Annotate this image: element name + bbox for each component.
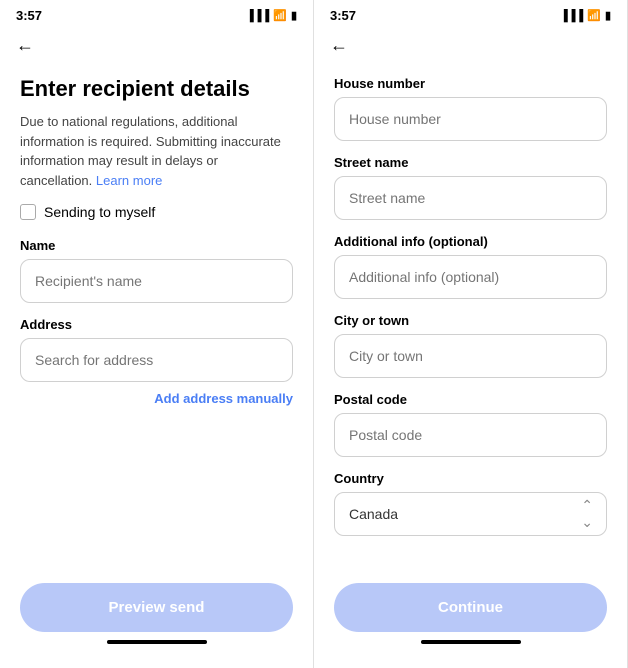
country-label: Country	[334, 471, 607, 486]
additional-info-label: Additional info (optional)	[334, 234, 607, 249]
battery-icon-right: ▮	[605, 9, 611, 22]
status-icons-left: ▐▐▐ 📶 ▮	[246, 9, 297, 22]
country-field-group: Country Canada United States United King…	[334, 471, 607, 536]
signal-icon: ▐▐▐	[246, 10, 269, 22]
city-field-group: City or town	[334, 313, 607, 378]
name-label: Name	[20, 238, 293, 253]
status-bar-left: 3:57 ▐▐▐ 📶 ▮	[0, 0, 313, 27]
signal-icon-right: ▐▐▐	[560, 10, 583, 22]
preview-send-button[interactable]: Preview send	[20, 583, 293, 632]
city-label: City or town	[334, 313, 607, 328]
right-phone-screen: 3:57 ▐▐▐ 📶 ▮ ← House number Street name …	[314, 0, 628, 668]
status-time-left: 3:57	[16, 8, 42, 23]
info-text: Due to national regulations, additional …	[20, 112, 293, 190]
name-field-group: Name	[20, 238, 293, 303]
house-number-label: House number	[334, 76, 607, 91]
right-bottom-area: Continue	[314, 571, 627, 668]
left-bottom-area: Preview send	[0, 571, 313, 668]
name-input[interactable]	[20, 259, 293, 303]
postal-code-label: Postal code	[334, 392, 607, 407]
continue-button[interactable]: Continue	[334, 583, 607, 632]
country-select-wrapper: Canada United States United Kingdom Aust…	[334, 492, 607, 536]
postal-code-input[interactable]	[334, 413, 607, 457]
additional-info-input[interactable]	[334, 255, 607, 299]
home-indicator-right	[421, 640, 521, 644]
street-name-label: Street name	[334, 155, 607, 170]
address-field-group: Address Add address manually	[20, 317, 293, 408]
address-search-input[interactable]	[20, 338, 293, 382]
city-input[interactable]	[334, 334, 607, 378]
street-name-field-group: Street name	[334, 155, 607, 220]
additional-info-field-group: Additional info (optional)	[334, 234, 607, 299]
postal-code-field-group: Postal code	[334, 392, 607, 457]
wifi-icon: 📶	[273, 9, 287, 22]
back-button-right[interactable]: ←	[314, 27, 627, 64]
house-number-input[interactable]	[334, 97, 607, 141]
country-select[interactable]: Canada United States United Kingdom Aust…	[334, 492, 607, 536]
sending-to-myself-row[interactable]: Sending to myself	[20, 204, 293, 220]
sending-to-myself-label: Sending to myself	[44, 204, 155, 220]
wifi-icon-right: 📶	[587, 9, 601, 22]
address-label: Address	[20, 317, 293, 332]
battery-icon: ▮	[291, 9, 297, 22]
back-button-left[interactable]: ←	[0, 27, 313, 64]
add-address-manually-link[interactable]: Add address manually	[154, 391, 293, 406]
left-phone-screen: 3:57 ▐▐▐ 📶 ▮ ← Enter recipient details D…	[0, 0, 314, 668]
page-title: Enter recipient details	[20, 76, 293, 102]
sending-to-myself-checkbox[interactable]	[20, 204, 36, 220]
status-icons-right: ▐▐▐ 📶 ▮	[560, 9, 611, 22]
street-name-input[interactable]	[334, 176, 607, 220]
left-screen-content: Enter recipient details Due to national …	[0, 64, 313, 571]
status-time-right: 3:57	[330, 8, 356, 23]
house-number-field-group: House number	[334, 76, 607, 141]
home-indicator-left	[107, 640, 207, 644]
add-address-link-container: Add address manually	[20, 390, 293, 408]
learn-more-link[interactable]: Learn more	[96, 173, 162, 188]
status-bar-right: 3:57 ▐▐▐ 📶 ▮	[314, 0, 627, 27]
right-screen-content: House number Street name Additional info…	[314, 64, 627, 571]
